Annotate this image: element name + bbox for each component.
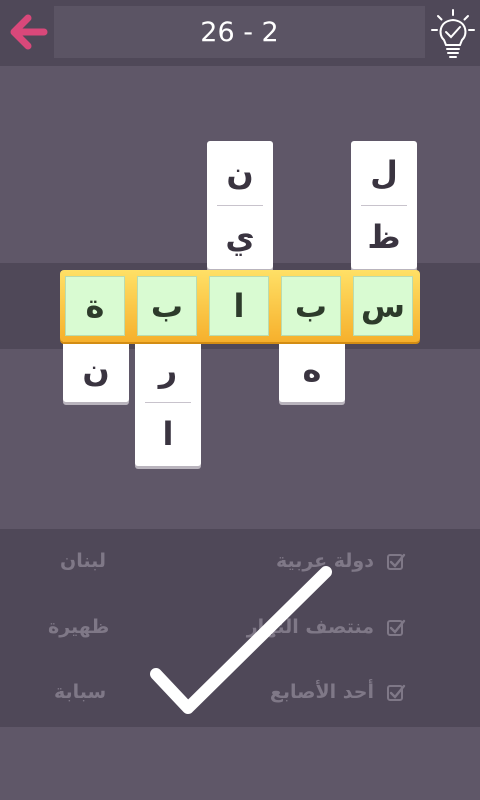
answer-slot[interactable]: ا <box>209 276 269 336</box>
answer-slot[interactable]: ة <box>65 276 125 336</box>
tile-column-below: ر ا <box>135 338 201 466</box>
clue-question: دولة عربية <box>275 550 374 572</box>
clue-answer: ظهيرة <box>48 616 110 638</box>
answer-slot[interactable]: ب <box>281 276 341 336</box>
letter-tile: ن <box>82 351 110 389</box>
letter-tile: ه <box>302 351 322 389</box>
tile-column-above: ن ي <box>207 141 273 269</box>
letter-tile: ظ <box>351 205 417 269</box>
clue-question: منتصف النهار <box>246 616 374 638</box>
checkbox-checked-icon <box>387 553 406 570</box>
level-indicator: 26 - 2 <box>54 6 425 58</box>
checkbox-checked-icon <box>387 619 406 636</box>
back-button[interactable] <box>6 10 50 54</box>
clue-answer: لبنان <box>60 550 106 572</box>
letter-tile: ن <box>226 154 254 192</box>
clue-question: أحد الأصابع <box>269 681 374 703</box>
letter-tile: ل <box>370 154 398 192</box>
hint-button[interactable] <box>429 8 477 60</box>
letter-tile: ي <box>207 205 273 269</box>
checkbox-checked-icon <box>387 684 406 701</box>
tile-column-below: ه <box>279 338 345 402</box>
answer-slot[interactable]: ب <box>137 276 197 336</box>
clue-answer: سبابة <box>54 681 107 703</box>
tile-column-below: ن <box>63 338 129 402</box>
letter-tile: ا <box>135 402 201 466</box>
answer-slot[interactable]: س <box>353 276 413 336</box>
tile-column-above: ل ظ <box>351 141 417 269</box>
lightbulb-check-icon <box>431 9 475 58</box>
top-bar: 26 - 2 <box>0 0 480 66</box>
arrow-left-icon <box>10 14 48 50</box>
letter-tile: ر <box>158 351 178 389</box>
answer-row: ة ب ا ب س <box>60 270 420 342</box>
